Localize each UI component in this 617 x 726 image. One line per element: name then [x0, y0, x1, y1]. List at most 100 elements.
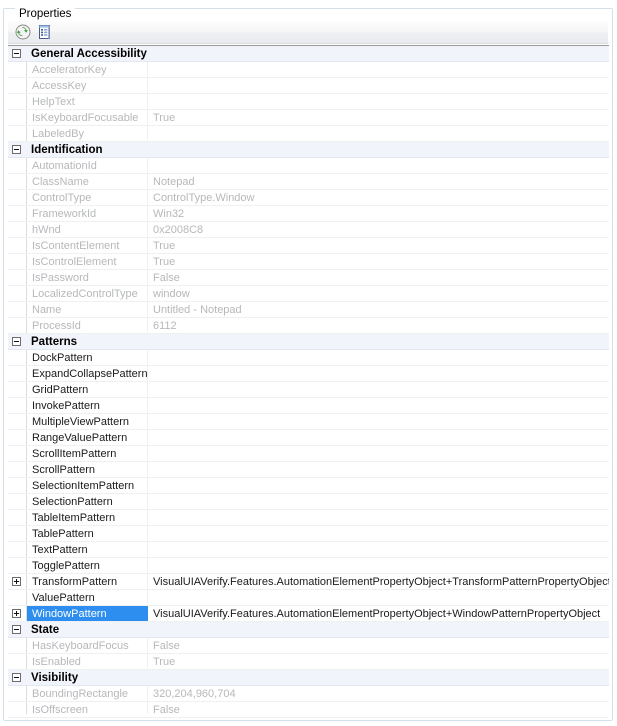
property-name-cell[interactable]: FrameworkId [27, 206, 148, 221]
property-value-cell[interactable]: VisualUIAVerify.Features.AutomationEleme… [148, 606, 609, 621]
property-value-cell[interactable]: 6112 [148, 318, 609, 333]
property-name-cell[interactable]: TransformPattern [27, 574, 148, 589]
category-row[interactable]: Patterns [8, 334, 609, 350]
property-name-cell[interactable]: HasKeyboardFocus [27, 638, 148, 653]
property-value-cell[interactable] [148, 94, 609, 109]
property-name-cell[interactable]: IsEnabled [27, 654, 148, 669]
property-name-cell[interactable]: InvokePattern [27, 398, 148, 413]
table-row[interactable]: ClassName Notepad [8, 174, 609, 190]
property-name-cell[interactable]: LabeledBy [27, 126, 148, 141]
property-value-cell[interactable]: 0x2008C8 [148, 222, 609, 237]
property-value-cell[interactable] [148, 382, 609, 397]
property-name-cell[interactable]: Name [27, 302, 148, 317]
property-value-cell[interactable] [148, 494, 609, 509]
properties-list-button[interactable] [34, 22, 56, 43]
table-row[interactable]: ValuePattern [8, 590, 609, 606]
property-name-cell[interactable]: IsControlElement [27, 254, 148, 269]
property-value-cell[interactable] [148, 462, 609, 477]
collapse-icon[interactable] [12, 337, 21, 346]
category-row[interactable]: Visibility [8, 670, 609, 686]
property-name-cell[interactable]: SelectionItemPattern [27, 478, 148, 493]
property-name-cell[interactable]: AccessKey [27, 78, 148, 93]
property-name-cell[interactable]: LocalizedControlType [27, 286, 148, 301]
property-value-cell[interactable] [148, 526, 609, 541]
table-row[interactable]: HasKeyboardFocus False [8, 638, 609, 654]
property-name-cell[interactable]: ExpandCollapsePattern [27, 366, 148, 381]
property-name-cell[interactable]: TogglePattern [27, 558, 148, 573]
property-value-cell[interactable]: Notepad [148, 174, 609, 189]
refresh-button[interactable] [12, 22, 34, 43]
property-name-cell[interactable]: TextPattern [27, 542, 148, 557]
property-value-cell[interactable] [148, 126, 609, 141]
property-name-cell[interactable]: TableItemPattern [27, 510, 148, 525]
property-value-cell[interactable] [148, 558, 609, 573]
category-row[interactable]: Identification [8, 142, 609, 158]
table-row[interactable]: AutomationId [8, 158, 609, 174]
category-row[interactable]: General Accessibility [8, 46, 609, 62]
property-name-cell[interactable]: ProcessId [27, 318, 148, 333]
table-row[interactable]: SelectionPattern [8, 494, 609, 510]
property-name-cell[interactable]: IsContentElement [27, 238, 148, 253]
property-value-cell[interactable] [148, 366, 609, 381]
property-name-cell[interactable]: IsKeyboardFocusable [27, 110, 148, 125]
property-value-cell[interactable] [148, 350, 609, 365]
table-row[interactable]: TransformPattern VisualUIAVerify.Features… [8, 574, 609, 590]
property-name-cell[interactable]: ScrollItemPattern [27, 446, 148, 461]
property-value-cell[interactable] [148, 158, 609, 173]
table-row[interactable]: AcceleratorKey [8, 62, 609, 78]
table-row[interactable]: ControlType ControlType.Window [8, 190, 609, 206]
table-row[interactable]: IsEnabled True [8, 654, 609, 670]
table-row[interactable]: TogglePattern [8, 558, 609, 574]
table-row[interactable]: InvokePattern [8, 398, 609, 414]
property-value-cell[interactable] [148, 78, 609, 93]
property-name-cell[interactable]: IsPassword [27, 270, 148, 285]
property-value-cell[interactable]: 320,204,960,704 [148, 686, 609, 701]
table-row[interactable]: TableItemPattern [8, 510, 609, 526]
property-value-cell[interactable]: Win32 [148, 206, 609, 221]
property-name-cell[interactable]: WindowPattern [27, 606, 148, 621]
table-row[interactable]: ProcessId 6112 [8, 318, 609, 334]
category-row[interactable]: State [8, 622, 609, 638]
table-row[interactable]: IsPassword False [8, 270, 609, 286]
property-name-cell[interactable]: RangeValuePattern [27, 430, 148, 445]
property-value-cell[interactable] [148, 446, 609, 461]
table-row[interactable]: DockPattern [8, 350, 609, 366]
collapse-icon[interactable] [12, 49, 21, 58]
property-name-cell[interactable]: ScrollPattern [27, 462, 148, 477]
property-value-cell[interactable]: True [148, 254, 609, 269]
property-value-cell[interactable] [148, 542, 609, 557]
property-name-cell[interactable]: AcceleratorKey [27, 62, 148, 77]
table-row[interactable]: IsKeyboardFocusable True [8, 110, 609, 126]
property-value-cell[interactable] [148, 398, 609, 413]
property-value-cell[interactable]: Untitled - Notepad [148, 302, 609, 317]
table-row[interactable]: TablePattern [8, 526, 609, 542]
property-value-cell[interactable]: True [148, 654, 609, 669]
table-row[interactable]: HelpText [8, 94, 609, 110]
collapse-icon[interactable] [12, 673, 21, 682]
table-row[interactable]: IsControlElement True [8, 254, 609, 270]
property-value-cell[interactable]: ControlType.Window [148, 190, 609, 205]
property-value-cell[interactable] [148, 430, 609, 445]
property-name-cell[interactable]: hWnd [27, 222, 148, 237]
property-value-cell[interactable]: VisualUIAVerify.Features.AutomationEleme… [148, 574, 609, 589]
table-row[interactable]: Name Untitled - Notepad [8, 302, 609, 318]
table-row[interactable]: SelectionItemPattern [8, 478, 609, 494]
property-name-cell[interactable]: AutomationId [27, 158, 148, 173]
expand-icon[interactable] [12, 577, 21, 586]
property-value-cell[interactable] [148, 478, 609, 493]
property-value-cell[interactable]: window [148, 286, 609, 301]
property-name-cell[interactable]: MultipleViewPattern [27, 414, 148, 429]
property-name-cell[interactable]: ControlType [27, 190, 148, 205]
table-row[interactable]: AccessKey [8, 78, 609, 94]
table-row[interactable]: FrameworkId Win32 [8, 206, 609, 222]
property-name-cell[interactable]: SelectionPattern [27, 494, 148, 509]
table-row[interactable]: IsContentElement True [8, 238, 609, 254]
properties-grid[interactable]: General Accessibility AcceleratorKey Acces… [8, 45, 609, 720]
expand-icon[interactable] [12, 609, 21, 618]
table-row[interactable]: ScrollPattern [8, 462, 609, 478]
collapse-icon[interactable] [12, 145, 21, 154]
property-name-cell[interactable]: TablePattern [27, 526, 148, 541]
property-value-cell[interactable] [148, 590, 609, 605]
property-value-cell[interactable] [148, 414, 609, 429]
table-row[interactable]: ScrollItemPattern [8, 446, 609, 462]
